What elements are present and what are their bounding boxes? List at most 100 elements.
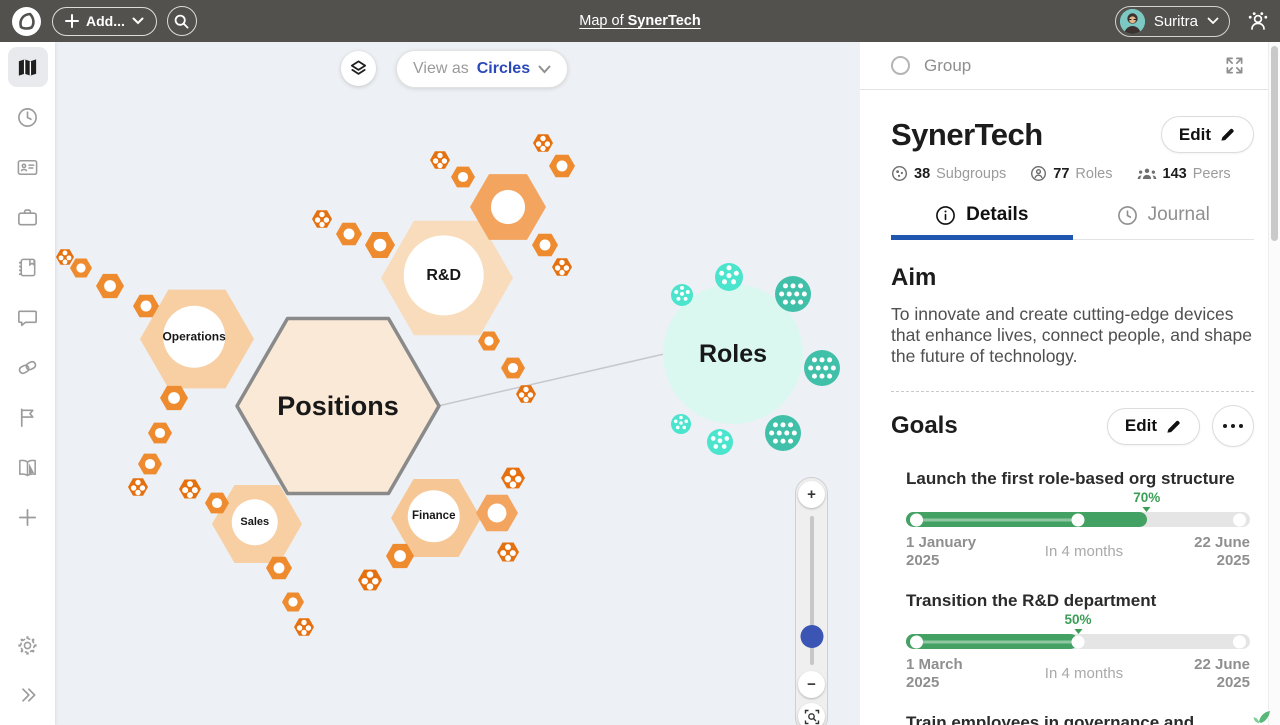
mini-hex-node[interactable] <box>160 386 188 410</box>
scrollbar-thumb[interactable] <box>1271 46 1278 241</box>
search-icon <box>174 14 189 29</box>
zoom-fit-button[interactable] <box>798 703 825 725</box>
sidebar-item-settings[interactable] <box>8 625 48 665</box>
sidebar-item-map[interactable] <box>8 47 48 87</box>
mini-hex-node[interactable] <box>532 234 558 257</box>
mini-hex-node[interactable] <box>148 423 172 444</box>
node-label: Sales <box>240 516 269 528</box>
edit-group-button[interactable]: Edit <box>1161 116 1254 153</box>
role-circle[interactable] <box>804 350 840 386</box>
clock-icon <box>1117 205 1138 226</box>
user-menu[interactable]: Suritra <box>1115 6 1230 37</box>
sidebar-item-library[interactable] <box>8 447 48 487</box>
mini-hex-node[interactable] <box>365 232 395 258</box>
goal-start-date: 1 January 2025 <box>906 534 998 569</box>
goal-end-date: 22 June 2025 <box>1170 656 1250 691</box>
sidebar-item-history[interactable] <box>8 97 48 137</box>
mini-hex-node[interactable] <box>549 155 575 178</box>
notebook-icon <box>16 256 39 279</box>
node-label: Positions <box>277 391 399 421</box>
clock-icon <box>16 106 39 129</box>
mini-hex-cluster[interactable] <box>358 570 382 591</box>
role-circle[interactable] <box>775 276 811 312</box>
add-button[interactable]: Add... <box>52 7 157 36</box>
goal-item: Transition the R&D department 50% 1 Marc… <box>906 591 1250 691</box>
zoom-out-button[interactable]: − <box>798 671 825 698</box>
chevrons-right-icon <box>18 685 38 705</box>
sidebar-item-messages[interactable] <box>8 297 48 337</box>
sidebar-item-links[interactable] <box>8 347 48 387</box>
zoom-slider[interactable] <box>810 516 814 665</box>
mini-hex-cluster[interactable] <box>552 258 572 275</box>
mini-hex-cluster[interactable] <box>179 480 201 499</box>
search-button[interactable] <box>167 6 197 36</box>
mini-hex-cluster[interactable] <box>294 618 314 635</box>
sprout-icon <box>1252 710 1272 725</box>
people-icon <box>1137 166 1157 182</box>
role-circle[interactable] <box>707 429 733 455</box>
tab-details[interactable]: Details <box>891 204 1073 239</box>
role-circle[interactable] <box>765 415 801 451</box>
role-circle[interactable] <box>671 284 693 306</box>
mini-hex-cluster[interactable] <box>128 478 148 495</box>
aim-text: To innovate and create cutting-edge devi… <box>891 304 1254 367</box>
expand-icon <box>1225 56 1244 75</box>
node-label: R&D <box>426 267 461 284</box>
mini-hex-node[interactable] <box>138 454 162 475</box>
stat-subgroups: 38 Subgroups <box>891 165 1006 182</box>
map-title-link[interactable]: Map of SynerTech <box>579 13 700 29</box>
view-as-dropdown[interactable]: View as Circles <box>396 50 568 88</box>
user-name: Suritra <box>1154 13 1198 30</box>
sidebar-item-contacts[interactable] <box>8 147 48 187</box>
mini-hex-node[interactable] <box>70 259 92 278</box>
app-logo[interactable] <box>10 5 42 37</box>
expand-panel-button[interactable] <box>1225 56 1244 75</box>
sidebar-item-flags[interactable] <box>8 397 48 437</box>
section-divider <box>891 391 1254 392</box>
mini-hex-node[interactable] <box>451 167 475 188</box>
mini-hex-node[interactable] <box>501 358 525 379</box>
mini-hex-node[interactable] <box>282 593 304 612</box>
goals-header: Goals Edit <box>891 405 1254 447</box>
mini-hex-cluster[interactable] <box>497 543 519 562</box>
goal-progress-bar[interactable]: 70% <box>906 512 1250 527</box>
view-as-value: Circles <box>477 60 530 78</box>
chat-bubble-icon <box>16 306 39 329</box>
role-circle[interactable] <box>715 263 743 291</box>
org-name: SynerTech <box>891 117 1043 153</box>
sidebar-item-tasks[interactable] <box>8 197 48 237</box>
org-map-canvas[interactable]: PositionsR&DOperationsSalesFinanceRoles … <box>55 42 860 725</box>
panel-scrollbar[interactable] <box>1268 42 1280 725</box>
zoom-slider-thumb[interactable] <box>800 625 823 648</box>
goal-start-date: 1 March 2025 <box>906 656 998 691</box>
left-sidebar <box>0 42 55 725</box>
sidebar-item-add[interactable] <box>8 497 48 537</box>
mini-hex-cluster[interactable] <box>56 249 74 265</box>
group-radio[interactable] <box>891 56 910 75</box>
panel-tabs: Details Journal <box>891 204 1254 240</box>
mini-hex-node[interactable] <box>96 274 124 298</box>
goal-title: Transition the R&D department <box>906 591 1250 611</box>
mini-hex-cluster[interactable] <box>430 151 450 168</box>
goals-more-button[interactable] <box>1212 405 1254 447</box>
sidebar-collapse-button[interactable] <box>8 675 48 715</box>
mini-hex-node[interactable] <box>478 332 500 351</box>
sidebar-item-notebook[interactable] <box>8 247 48 287</box>
role-circle[interactable] <box>671 414 691 434</box>
layers-button[interactable] <box>341 51 376 86</box>
zoom-in-button[interactable]: + <box>798 481 825 508</box>
mini-hex-node[interactable] <box>476 495 518 531</box>
top-bar: Add... Map of SynerTech Suritra <box>0 0 1280 42</box>
stat-peers: 143 Peers <box>1137 166 1231 182</box>
mini-hex-cluster[interactable] <box>312 210 332 227</box>
add-button-label: Add... <box>86 13 125 29</box>
goal-progress-bar[interactable]: 50% <box>906 634 1250 649</box>
people-button[interactable] <box>1246 10 1270 32</box>
tab-journal[interactable]: Journal <box>1073 204 1255 239</box>
mini-hex-node[interactable] <box>336 223 362 246</box>
org-map-svg[interactable]: PositionsR&DOperationsSalesFinanceRoles <box>55 42 860 725</box>
mini-hex-cluster[interactable] <box>533 134 553 151</box>
edit-goals-button[interactable]: Edit <box>1107 408 1200 445</box>
chevron-down-icon <box>132 17 144 25</box>
mini-hex-cluster[interactable] <box>501 468 525 489</box>
